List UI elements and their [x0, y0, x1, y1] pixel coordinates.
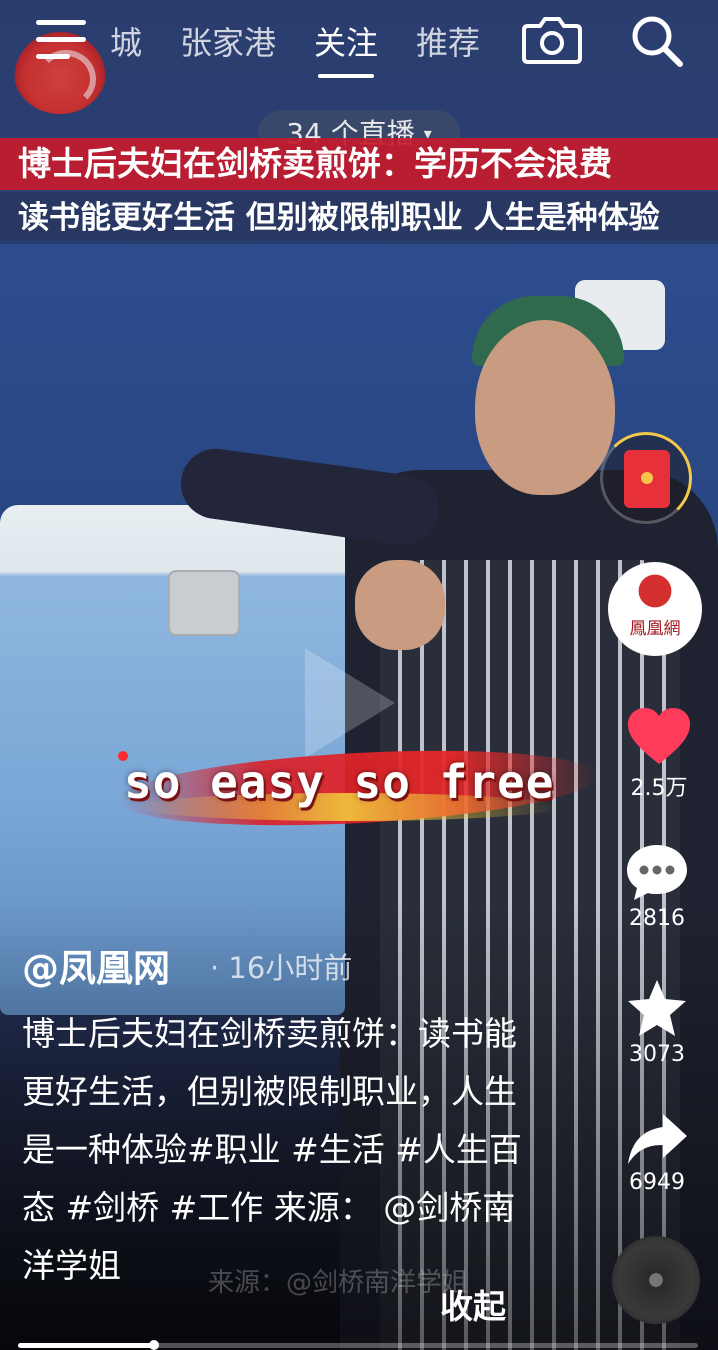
top-navigation: 城 张家港 关注 推荐 [0, 0, 718, 114]
red-packet-icon[interactable] [600, 432, 692, 524]
post-time: · 16小时前 [210, 951, 353, 985]
red-envelope [624, 450, 670, 508]
tab-following[interactable]: 关注 [314, 18, 378, 78]
music-disc-icon[interactable] [612, 1236, 700, 1324]
comment-button[interactable]: 2816 [612, 842, 702, 931]
headline-banner-line-1: 博士后夫妇在剑桥卖煎饼：学历不会浪费 [0, 138, 718, 190]
headline-banner-line-2: 读书能更好生活 但别被限制职业 人生是种体验 [0, 192, 718, 244]
heart-icon [628, 708, 690, 764]
tab-zhangjiagang[interactable]: 张家港 [180, 18, 276, 68]
favorite-count: 3073 [629, 1042, 685, 1067]
tab-city[interactable]: 城 [110, 18, 142, 68]
share-button[interactable]: 6949 [612, 1112, 702, 1195]
share-icon [628, 1114, 687, 1164]
collapse-button[interactable]: 收起 [440, 1280, 506, 1328]
video-watermark: 来源：@剑桥南洋学姐 [208, 1268, 469, 1298]
post-description[interactable]: 博士后夫妇在剑桥卖煎饼：读书能更好生活，但别被限制职业，人生是一种体验#职业 #… [22, 1005, 547, 1295]
menu-icon[interactable] [36, 18, 86, 62]
avatar-brand-text: 鳳凰網 [629, 619, 681, 639]
author-avatar[interactable]: 鳳凰網 [608, 562, 702, 656]
cooler-latch [168, 570, 240, 636]
tab-recommend[interactable]: 推荐 [416, 18, 480, 68]
favorite-button[interactable]: 3073 [612, 978, 702, 1067]
phoenix-mark-icon [636, 572, 674, 610]
feed-tabs: 城 张家港 关注 推荐 [110, 18, 480, 78]
like-count: 2.5万 [630, 776, 688, 801]
comment-icon [627, 845, 687, 900]
comment-count: 2816 [629, 906, 685, 931]
play-icon [305, 648, 395, 758]
author-name[interactable]: @凤凰网 [22, 938, 170, 992]
sticker-text: so easy so free [124, 755, 555, 809]
video-progress-bar[interactable] [18, 1340, 698, 1350]
video-sticker: so easy so free [116, 740, 618, 836]
star-icon [628, 980, 686, 1036]
progress-fill [18, 1343, 154, 1348]
person-head [475, 320, 615, 495]
share-count: 6949 [629, 1170, 685, 1195]
progress-knob[interactable] [149, 1340, 159, 1350]
person-hand [355, 560, 445, 650]
like-button[interactable]: 2.5万 [614, 706, 704, 802]
camera-icon[interactable] [522, 14, 582, 64]
search-icon[interactable] [628, 12, 684, 68]
